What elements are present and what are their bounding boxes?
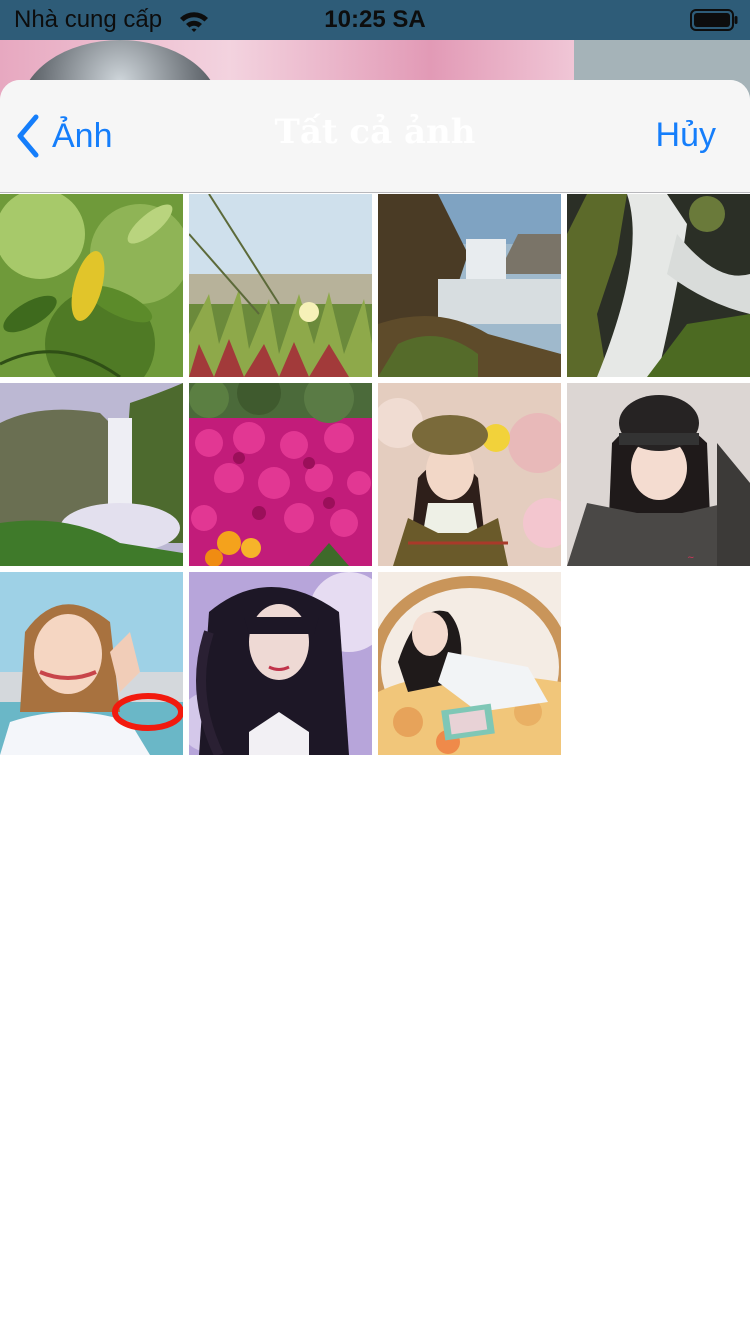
photo-thumbnail-girl-in-beret[interactable] (378, 383, 561, 566)
battery-icon (690, 9, 738, 31)
photo-thumbnail-girl-in-beanie[interactable]: ~ (567, 383, 750, 566)
photo-thumbnail-long-exposure-waterfall[interactable] (567, 194, 750, 377)
photo-picker-sheet: Ảnh Tất cả ảnh Hủy ~ (0, 80, 750, 1334)
photo-thumbnail-wicker-chair[interactable] (378, 572, 561, 755)
back-label: Ảnh (52, 116, 113, 155)
chevron-left-icon (17, 114, 39, 158)
status-time: 10:25 SA (324, 6, 426, 33)
back-button[interactable]: Ảnh (14, 110, 113, 162)
photo-thumbnail-windblown-hair[interactable] (189, 572, 372, 755)
status-bar: Nhà cung cấp 10:25 SA (0, 0, 750, 40)
photo-thumbnail-smiling-girl[interactable] (0, 572, 183, 755)
photo-thumbnail-green-leaves[interactable] (0, 194, 183, 377)
cancel-button[interactable]: Hủy (656, 116, 716, 155)
photo-thumbnail-dune-flowers[interactable] (189, 194, 372, 377)
page-title: Tất cả ảnh (274, 112, 476, 152)
photo-thumbnail-sea-waterfall[interactable] (378, 194, 561, 377)
photo-thumbnail-misty-waterfall[interactable] (0, 383, 183, 566)
navigation-bar: Ảnh Tất cả ảnh Hủy (0, 80, 750, 193)
svg-text:~: ~ (687, 553, 695, 563)
photo-thumbnail-pink-flowers[interactable] (189, 383, 372, 566)
